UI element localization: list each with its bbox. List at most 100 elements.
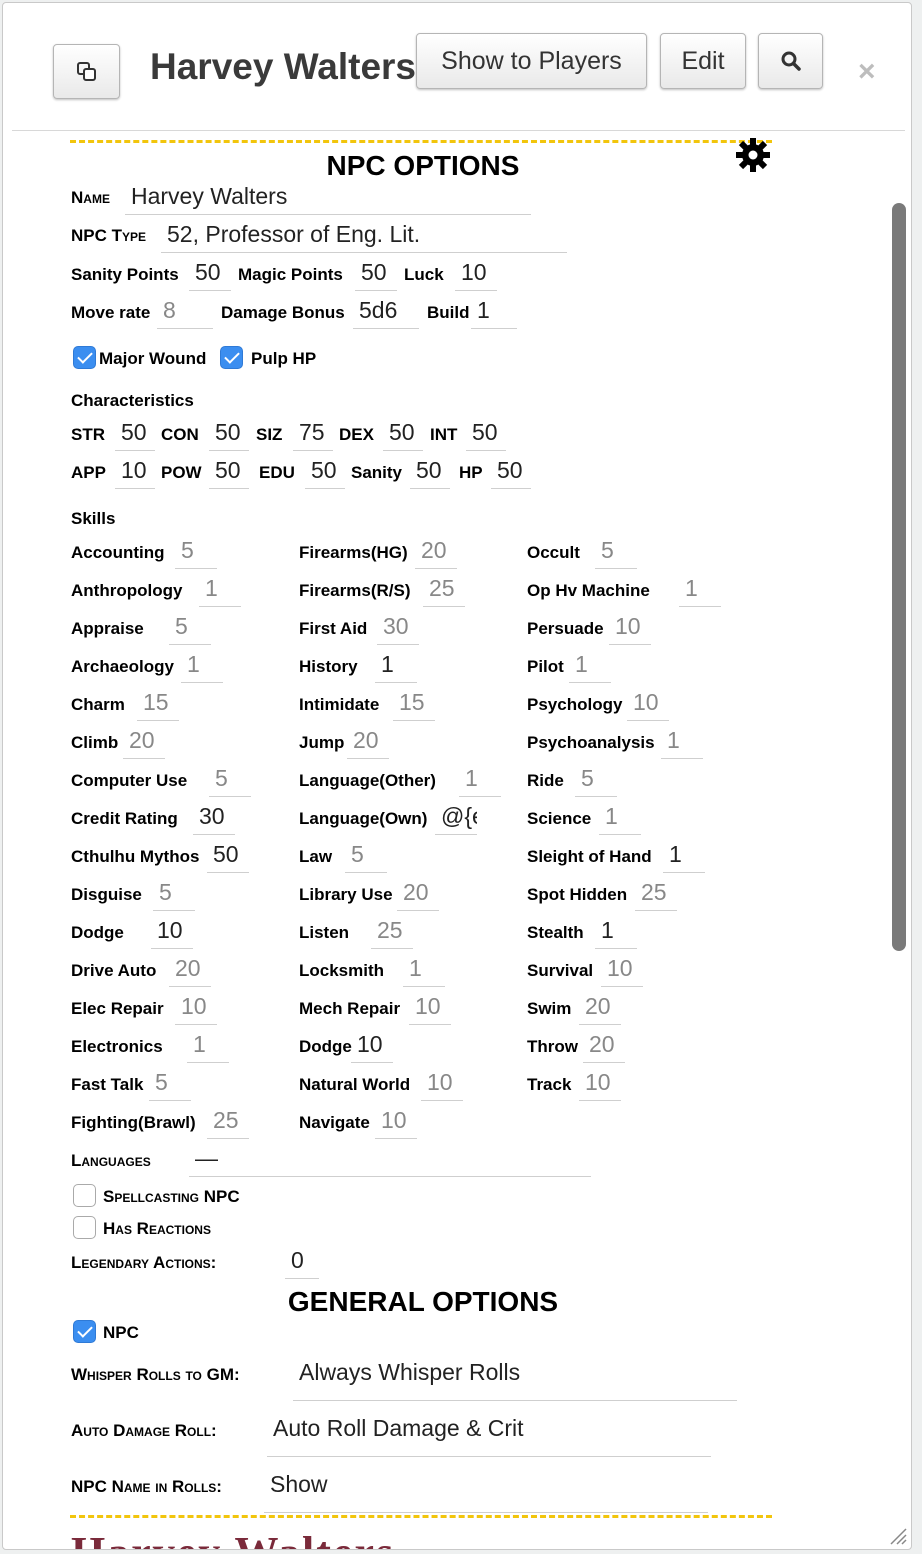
skill-field[interactable]: 10 [627, 687, 669, 721]
skill-field[interactable]: 50 [207, 839, 249, 873]
characteristic-field[interactable]: 10 [115, 455, 155, 489]
skill-field[interactable]: 1 [679, 573, 721, 607]
skill-field[interactable]: 5 [575, 763, 617, 797]
skill-field[interactable]: 10 [351, 1029, 393, 1063]
skill-field[interactable]: 25 [371, 915, 413, 949]
magic-points-field[interactable]: 50 [355, 257, 397, 291]
skill-label: Firearms(R/S) [299, 581, 411, 600]
skill-field[interactable]: 1 [599, 801, 641, 835]
scrollbar-thumb[interactable] [892, 203, 906, 951]
reactions-checkbox[interactable] [73, 1216, 96, 1239]
skill-label: Fast Talk [71, 1075, 144, 1094]
skill-field[interactable]: 1 [459, 763, 501, 797]
skill-field[interactable]: @{e [435, 801, 477, 835]
skill-field[interactable]: 1 [661, 725, 703, 759]
build-label: Build [427, 303, 470, 322]
skill-label: Accounting [71, 543, 165, 562]
skill-field[interactable]: 10 [375, 1105, 417, 1139]
skill-field[interactable]: 10 [609, 611, 651, 645]
skill-field[interactable]: 20 [347, 725, 389, 759]
characteristic-field[interactable]: 50 [209, 455, 249, 489]
spellcasting-checkbox[interactable] [73, 1184, 96, 1207]
skill-field[interactable]: 25 [423, 573, 465, 607]
skill-field[interactable]: 1 [375, 649, 417, 683]
npc-type-field[interactable]: 52, Professor of Eng. Lit. [161, 219, 567, 253]
skill-field[interactable]: 1 [187, 1029, 229, 1063]
resize-handle-icon[interactable] [887, 1525, 907, 1545]
popout-icon [76, 61, 96, 81]
languages-field[interactable]: — [189, 1143, 591, 1177]
characteristic-field[interactable]: 50 [305, 455, 345, 489]
edit-button[interactable]: Edit [660, 33, 746, 89]
close-icon[interactable]: × [858, 55, 876, 89]
characteristic-field[interactable]: 50 [115, 417, 155, 451]
skill-field[interactable]: 5 [175, 535, 217, 569]
character-dialog: Harvey Walters Show to Players Edit × NP… [2, 2, 912, 1550]
skill-label: Fighting(Brawl) [71, 1113, 196, 1132]
move-rate-field[interactable]: 8 [157, 295, 213, 329]
skill-label: Language(Own) [299, 809, 428, 828]
characteristic-label: Sanity [351, 463, 403, 482]
skill-field[interactable]: 25 [635, 877, 677, 911]
characteristic-label: EDU [259, 463, 295, 482]
popout-button[interactable] [53, 44, 120, 99]
skill-field[interactable]: 5 [153, 877, 195, 911]
skill-label: Natural World [299, 1075, 411, 1094]
skill-field[interactable]: 1 [199, 573, 241, 607]
skill-field[interactable]: 15 [393, 687, 435, 721]
whisper-rolls-select[interactable]: Always Whisper Rolls [293, 1355, 737, 1401]
skill-field[interactable]: 1 [569, 649, 611, 683]
skill-field[interactable]: 5 [595, 535, 637, 569]
skill-field[interactable]: 20 [123, 725, 165, 759]
npc-checkbox[interactable] [73, 1320, 96, 1343]
show-to-players-button[interactable]: Show to Players [416, 33, 647, 89]
skill-field[interactable]: 20 [397, 877, 439, 911]
npc-name-in-rolls-select[interactable]: Show [264, 1467, 708, 1513]
skill-field[interactable]: 30 [193, 801, 235, 835]
skill-field[interactable]: 30 [377, 611, 419, 645]
characteristic-field[interactable]: 50 [466, 417, 506, 451]
skill-field[interactable]: 10 [151, 915, 193, 949]
pulp-hp-checkbox[interactable] [220, 346, 243, 369]
name-field[interactable]: Harvey Walters [125, 181, 531, 215]
skill-field[interactable]: 5 [345, 839, 387, 873]
skill-field[interactable]: 1 [595, 915, 637, 949]
skill-field[interactable]: 1 [663, 839, 705, 873]
skill-field[interactable]: 10 [175, 991, 217, 1025]
skill-field[interactable]: 15 [137, 687, 179, 721]
characteristic-field[interactable]: 50 [410, 455, 450, 489]
skill-field[interactable]: 5 [149, 1067, 191, 1101]
search-button[interactable] [758, 33, 823, 89]
skill-label: Mech Repair [299, 999, 401, 1018]
luck-field[interactable]: 10 [455, 257, 497, 291]
characteristic-field[interactable]: 50 [491, 455, 531, 489]
characteristic-field[interactable]: 50 [383, 417, 423, 451]
characteristic-field[interactable]: 75 [293, 417, 333, 451]
skill-field[interactable]: 10 [421, 1067, 463, 1101]
skill-field[interactable]: 20 [583, 1029, 625, 1063]
skills-label: Skills [71, 509, 116, 528]
skill-label: Locksmith [299, 961, 385, 980]
legendary-actions-field[interactable]: 0 [285, 1245, 319, 1279]
skill-label: Spot Hidden [527, 885, 628, 904]
skill-field[interactable]: 20 [579, 991, 621, 1025]
skill-field[interactable]: 5 [209, 763, 251, 797]
skill-field[interactable]: 25 [207, 1105, 249, 1139]
skill-field[interactable]: 1 [403, 953, 445, 987]
build-field[interactable]: 1 [471, 295, 517, 329]
skill-field[interactable]: 20 [415, 535, 457, 569]
skill-field[interactable]: 10 [409, 991, 451, 1025]
characteristic-label: APP [71, 463, 106, 482]
characteristic-field[interactable]: 50 [209, 417, 249, 451]
skill-field[interactable]: 5 [169, 611, 211, 645]
npc-sheet: NPC OPTIONS Name Harvey Walters NPC Type… [3, 133, 889, 1549]
damage-bonus-field[interactable]: 5d6 [353, 295, 419, 329]
skill-field[interactable]: 10 [601, 953, 643, 987]
auto-damage-select[interactable]: Auto Roll Damage & Crit [267, 1411, 711, 1457]
major-wound-checkbox[interactable] [73, 346, 96, 369]
skill-field[interactable]: 20 [169, 953, 211, 987]
sanity-points-field[interactable]: 50 [189, 257, 231, 291]
dialog-titlebar: Harvey Walters Show to Players Edit × [3, 3, 911, 133]
skill-field[interactable]: 10 [579, 1067, 621, 1101]
skill-field[interactable]: 1 [181, 649, 223, 683]
